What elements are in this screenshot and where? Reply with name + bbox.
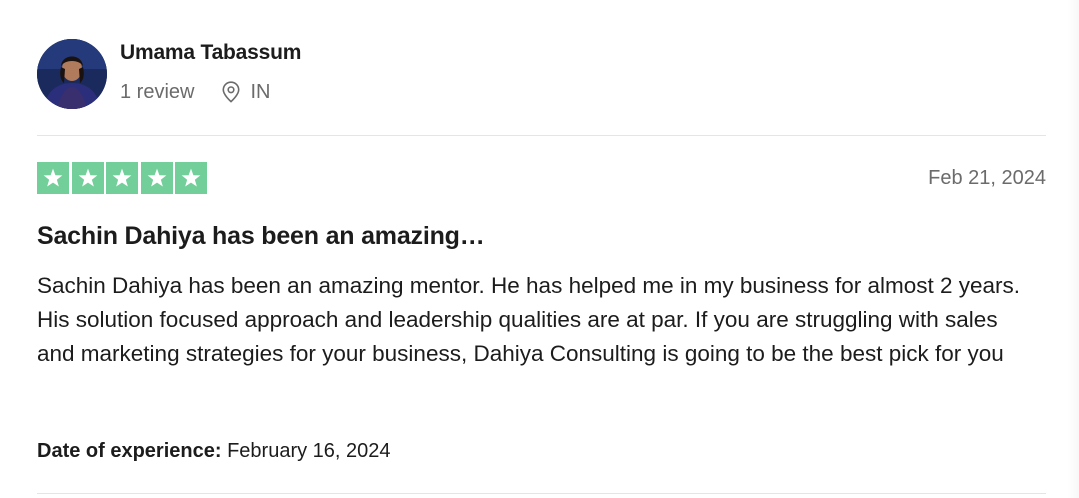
review-title[interactable]: Sachin Dahiya has been an amazing… bbox=[37, 222, 485, 251]
star-icon bbox=[37, 162, 69, 194]
date-of-experience: Date of experience: February 16, 2024 bbox=[37, 440, 391, 463]
star-icon bbox=[175, 162, 207, 194]
map-pin-icon bbox=[222, 81, 240, 103]
avatar[interactable] bbox=[37, 39, 107, 109]
divider bbox=[37, 493, 1046, 494]
reviewer-country: IN bbox=[250, 80, 271, 103]
divider bbox=[37, 135, 1046, 136]
review-body: Sachin Dahiya has been an amazing mentor… bbox=[37, 273, 1021, 366]
review-card: Umama Tabassum 1 review IN Feb 21, 2024 … bbox=[0, 0, 1079, 498]
star-icon bbox=[140, 162, 173, 194]
star-icon bbox=[71, 162, 104, 194]
star-icon bbox=[106, 162, 138, 194]
experience-date: February 16, 2024 bbox=[227, 440, 391, 462]
reviewer-name[interactable]: Umama Tabassum bbox=[120, 41, 301, 65]
experience-label: Date of experience: bbox=[37, 440, 222, 462]
star-rating bbox=[37, 162, 210, 194]
review-count: 1 review bbox=[120, 80, 195, 103]
avatar-photo bbox=[37, 39, 107, 109]
reviewer-meta: 1 review IN bbox=[120, 79, 270, 105]
review-date: Feb 21, 2024 bbox=[928, 167, 1046, 189]
